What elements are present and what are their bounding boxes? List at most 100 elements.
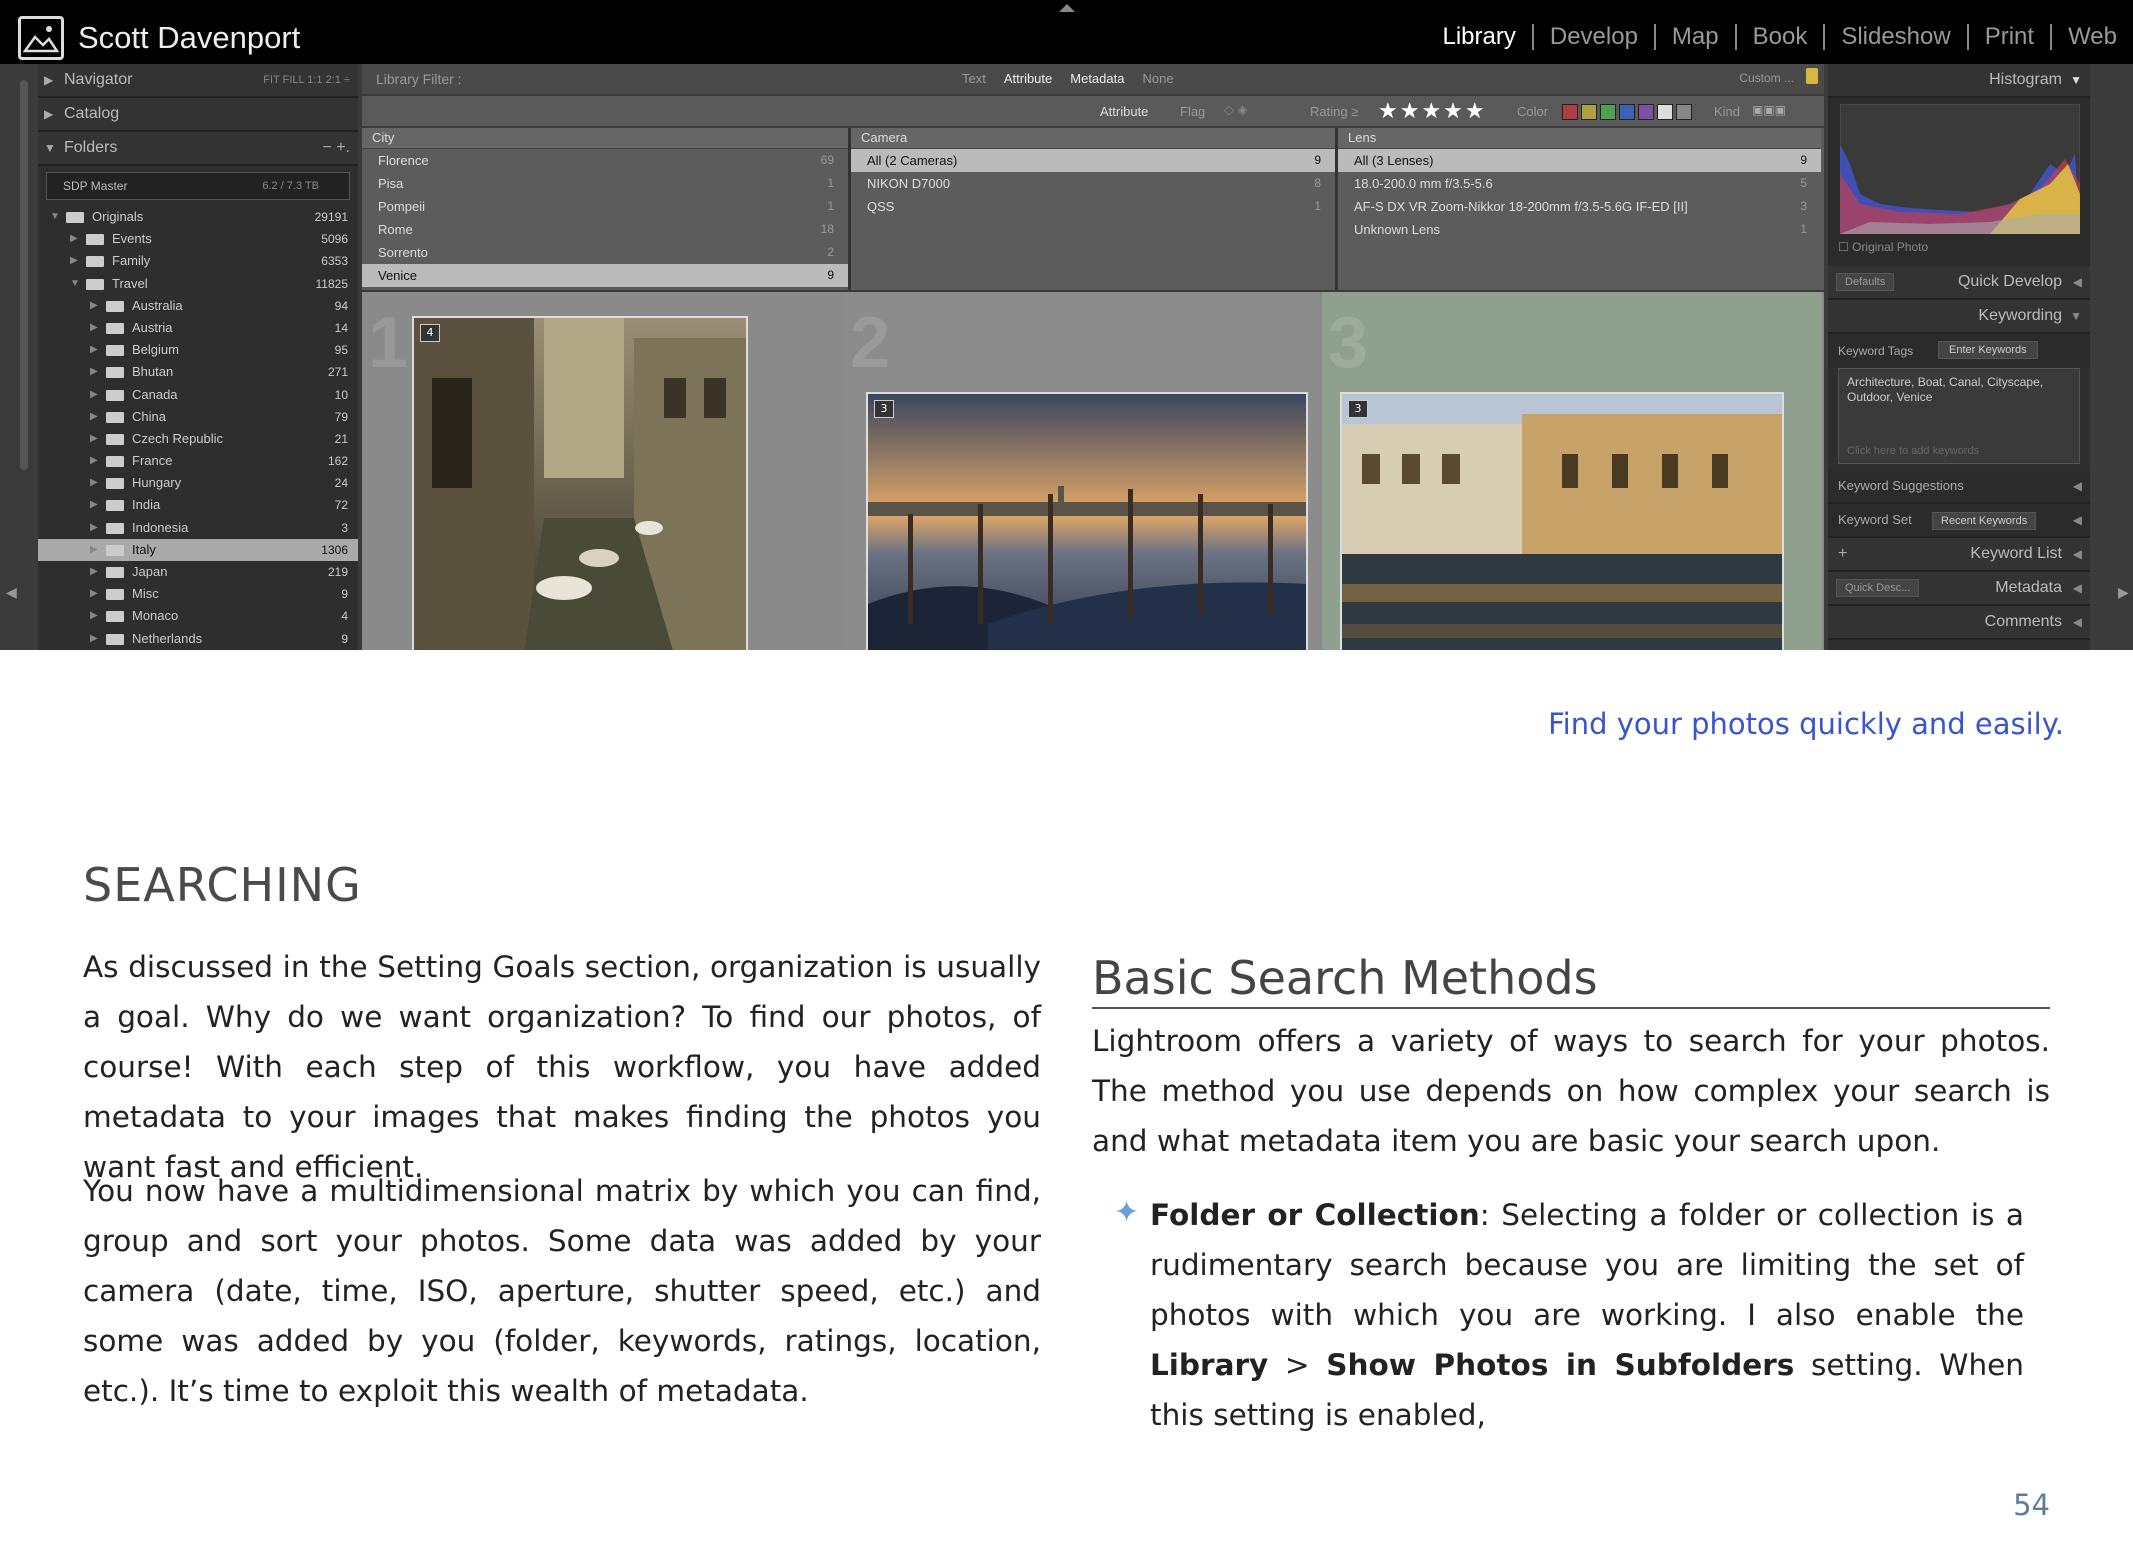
left-panel-scrollbar[interactable]	[20, 80, 28, 470]
folder-row[interactable]: ▼ Travel 11825	[38, 273, 358, 295]
keyword-text-area[interactable]: Architecture, Boat, Canal, Cityscape, Ou…	[1838, 368, 2080, 464]
expand-triangle-icon[interactable]: ▶	[90, 361, 98, 383]
module-library[interactable]: Library	[1427, 24, 1532, 50]
metadata-row[interactable]: Sorrento 2	[362, 241, 848, 264]
expand-triangle-icon[interactable]: ▶	[90, 317, 98, 339]
column-header[interactable]: City	[362, 128, 848, 149]
photo-thumbnail[interactable]: 3	[866, 392, 1308, 650]
filter-preset-select[interactable]: Custom ...	[1739, 71, 1794, 85]
metadata-row[interactable]: Rome 18	[362, 218, 848, 241]
column-header[interactable]: Camera	[851, 128, 1335, 149]
expand-triangle-icon[interactable]: ▶	[90, 428, 98, 450]
folder-row[interactable]: ▶ Monaco 4	[38, 605, 358, 627]
add-keywords-field[interactable]: Click here to add keywords	[1847, 444, 1979, 459]
folders-panel-header[interactable]: ▼ Folders − +.	[38, 132, 358, 166]
folder-row[interactable]: ▶ China 79	[38, 406, 358, 428]
folder-row[interactable]: ▶ Japan 219	[38, 561, 358, 583]
rating-filter[interactable]: Rating ≥	[1310, 104, 1358, 119]
folder-row[interactable]: ▶ Australia 94	[38, 295, 358, 317]
catalog-panel-header[interactable]: ▶ Catalog	[38, 98, 358, 132]
metadata-row[interactable]: Venice 9	[362, 264, 848, 287]
folder-row[interactable]: ▶ Hungary 24	[38, 472, 358, 494]
keywording-panel-header[interactable]: Keywording ▼	[1828, 300, 2090, 334]
metadata-row[interactable]: Pompeii 1	[362, 195, 848, 218]
expand-triangle-icon[interactable]: ▶	[70, 228, 78, 250]
metadata-panel-header[interactable]: Quick Desc... Metadata ◀	[1828, 572, 2090, 606]
expand-triangle-icon[interactable]: ▶	[90, 561, 98, 583]
folder-add-remove-icons[interactable]: − +.	[322, 132, 350, 164]
folder-row[interactable]: ▶ Netherlands 9	[38, 628, 358, 650]
module-slideshow[interactable]: Slideshow	[1823, 24, 1966, 50]
keyword-list-panel-header[interactable]: + Keyword List ◀	[1828, 538, 2090, 572]
color-swatch[interactable]	[1581, 104, 1597, 120]
metadata-row[interactable]: Pisa 1	[362, 172, 848, 195]
folder-row[interactable]: ▶ India 72	[38, 494, 358, 516]
metadata-row[interactable]: NIKON D7000 8	[851, 172, 1335, 195]
folder-row[interactable]: ▶ Italy 1306	[38, 538, 358, 561]
color-swatch[interactable]	[1619, 104, 1635, 120]
photo-thumbnail[interactable]: 3	[1340, 392, 1784, 650]
collapse-triangle-icon[interactable]: ▼	[70, 273, 80, 295]
volume-bar[interactable]: SDP Master 6.2 / 7.3 TB	[46, 172, 350, 200]
add-keyword-icon[interactable]: +	[1838, 538, 1847, 570]
metadata-row[interactable]: AF-S DX VR Zoom-Nikkor 18-200mm f/3.5-5.…	[1338, 195, 1821, 218]
filter-mode-none[interactable]: None	[1142, 71, 1173, 86]
collapse-right-panel-icon[interactable]: ▶	[2118, 585, 2129, 601]
expand-triangle-icon[interactable]: ▶	[90, 494, 98, 516]
folder-row[interactable]: ▶ Misc 9	[38, 583, 358, 605]
navigator-panel-header[interactable]: ▶ Navigator FIT FILL 1:1 2:1 ÷	[38, 64, 358, 98]
histogram-panel-header[interactable]: Histogram ▼	[1828, 64, 2090, 98]
keyword-tags-mode-select[interactable]: Enter Keywords	[1938, 341, 2038, 359]
grid-cell[interactable]: 1 4	[362, 292, 842, 650]
folder-row[interactable]: ▶ Canada 10	[38, 384, 358, 406]
quick-develop-panel-header[interactable]: Defaults Quick Develop ◀	[1828, 266, 2090, 300]
module-map[interactable]: Map	[1653, 24, 1735, 50]
filter-mode-metadata[interactable]: Metadata	[1070, 71, 1124, 86]
metadata-row[interactable]: All (2 Cameras) 9	[851, 149, 1335, 172]
rating-stars[interactable]: ★★★★★	[1378, 98, 1487, 124]
metadata-row[interactable]: All (3 Lenses) 9	[1338, 149, 1821, 172]
folder-row[interactable]: ▶ Bhutan 271	[38, 361, 358, 383]
kind-filter-icons[interactable]: ▣▣▣	[1752, 103, 1786, 117]
expand-triangle-icon[interactable]: ▶	[90, 450, 98, 472]
expand-triangle-icon[interactable]: ▶	[90, 539, 98, 561]
module-web[interactable]: Web	[2050, 24, 2133, 50]
module-book[interactable]: Book	[1734, 24, 1824, 50]
flag-icons[interactable]: ◇ ◈	[1224, 102, 1248, 118]
keyword-suggestions-header[interactable]: Keyword Suggestions ◀	[1828, 470, 2090, 504]
expand-triangle-icon[interactable]: ▶	[90, 295, 98, 317]
expand-triangle-icon[interactable]: ▶	[90, 605, 98, 627]
expand-triangle-icon[interactable]: ▶	[90, 339, 98, 361]
folder-row[interactable]: ▶ Events 5096	[38, 228, 358, 250]
folder-row[interactable]: ▶ Czech Republic 21	[38, 428, 358, 450]
module-print[interactable]: Print	[1966, 24, 2050, 50]
folder-row[interactable]: ▶ Family 6353	[38, 250, 358, 272]
metadata-row[interactable]: QSS 1	[851, 195, 1335, 218]
color-swatch[interactable]	[1562, 104, 1578, 120]
metadata-row[interactable]: Unknown Lens 1	[1338, 218, 1821, 241]
expand-triangle-icon[interactable]: ▶	[90, 583, 98, 605]
expand-triangle-icon[interactable]: ▶	[90, 628, 98, 650]
column-header[interactable]: Lens	[1338, 128, 1821, 149]
folder-row[interactable]: ▶ France 162	[38, 450, 358, 472]
color-swatch[interactable]	[1657, 104, 1673, 120]
comments-panel-header[interactable]: Comments ◀	[1828, 606, 2090, 640]
expand-triangle-icon[interactable]: ▶	[90, 406, 98, 428]
collapse-left-panel-icon[interactable]: ◀	[6, 585, 17, 601]
lock-icon[interactable]	[1806, 68, 1818, 84]
folder-row[interactable]: ▶ Austria 14	[38, 317, 358, 339]
color-swatch[interactable]	[1676, 104, 1692, 120]
color-swatch[interactable]	[1638, 104, 1654, 120]
photo-thumbnail[interactable]: 4	[412, 316, 748, 650]
folder-row[interactable]: ▶ Indonesia 3	[38, 517, 358, 539]
expand-triangle-icon[interactable]: ▶	[90, 384, 98, 406]
grid-cell-selected[interactable]: 3 3	[1322, 292, 1822, 650]
expand-triangle-icon[interactable]: ▶	[90, 517, 98, 539]
folder-row[interactable]: ▼ Originals 29191	[38, 206, 358, 228]
metadata-preset-select[interactable]: Quick Desc...	[1836, 579, 1920, 597]
original-photo-checkbox[interactable]: ☐ Original Photo	[1838, 240, 1928, 254]
color-swatch[interactable]	[1600, 104, 1616, 120]
filter-mode-attribute[interactable]: Attribute	[1004, 71, 1052, 86]
collapse-triangle-icon[interactable]: ▼	[50, 206, 60, 228]
expand-triangle-icon[interactable]: ▶	[70, 250, 78, 272]
